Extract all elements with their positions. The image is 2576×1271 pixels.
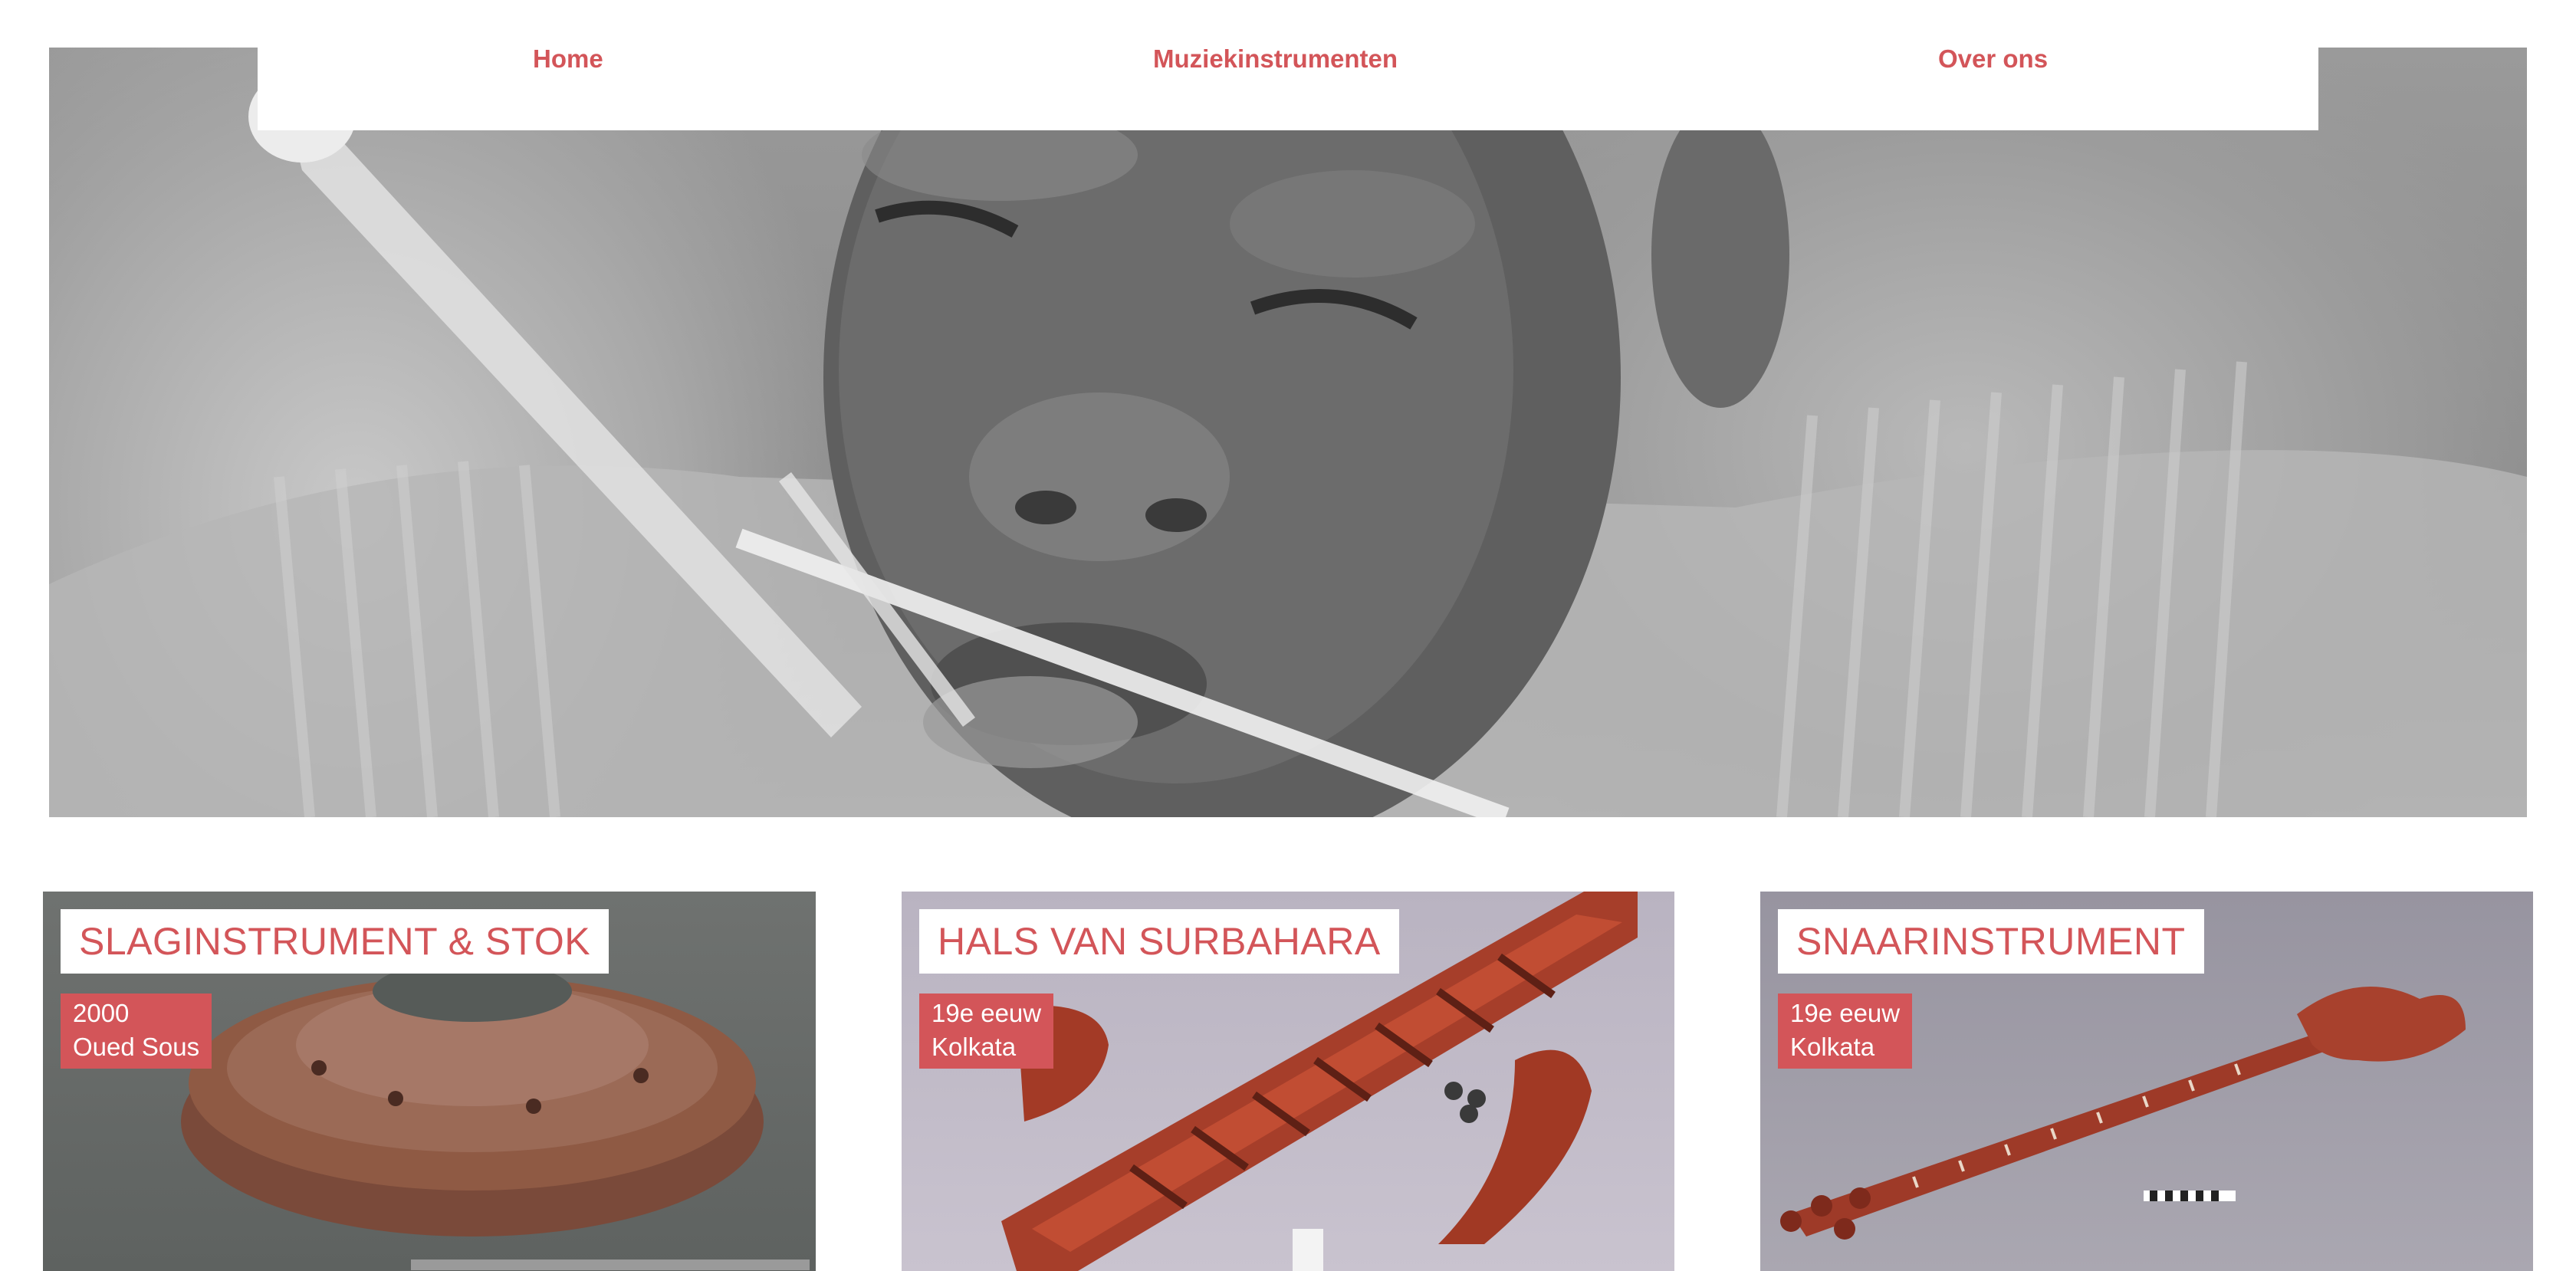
card-title: HALS VAN SURBAHARA — [919, 909, 1399, 974]
card-place: Kolkata — [1790, 1033, 1875, 1061]
card-meta-badge: 19e eeuw Kolkata — [1778, 993, 1913, 1069]
card-meta-badge: 19e eeuw Kolkata — [919, 993, 1054, 1069]
card-title: SNAARINSTRUMENT — [1778, 909, 2204, 974]
card-meta-badge: 2000 Oued Sous — [61, 993, 212, 1069]
card-title: SLAGINSTRUMENT & STOK — [61, 909, 610, 974]
hero-photo-illustration — [49, 48, 2527, 817]
instrument-card-string[interactable]: SNAARINSTRUMENT 19e eeuw Kolkata — [1760, 892, 2533, 1271]
nav-music-instruments-link[interactable]: Muziekinstrumenten — [1153, 44, 1398, 74]
card-date: 19e eeuw — [1790, 999, 1901, 1027]
card-date: 19e eeuw — [932, 999, 1042, 1027]
nav-home-link[interactable]: Home — [533, 44, 603, 74]
nav-about-link[interactable]: Over ons — [1938, 44, 2048, 74]
main-nav: Home Muziekinstrumenten Over ons — [258, 0, 2318, 130]
hero-image — [49, 48, 2527, 817]
instrument-card-surbahar[interactable]: HALS VAN SURBAHARA 19e eeuw Kolkata — [902, 892, 1674, 1271]
instrument-card-drum[interactable]: SLAGINSTRUMENT & STOK 2000 Oued Sous — [43, 892, 816, 1271]
card-place: Oued Sous — [73, 1033, 200, 1061]
card-place: Kolkata — [932, 1033, 1017, 1061]
card-date: 2000 — [73, 999, 130, 1027]
